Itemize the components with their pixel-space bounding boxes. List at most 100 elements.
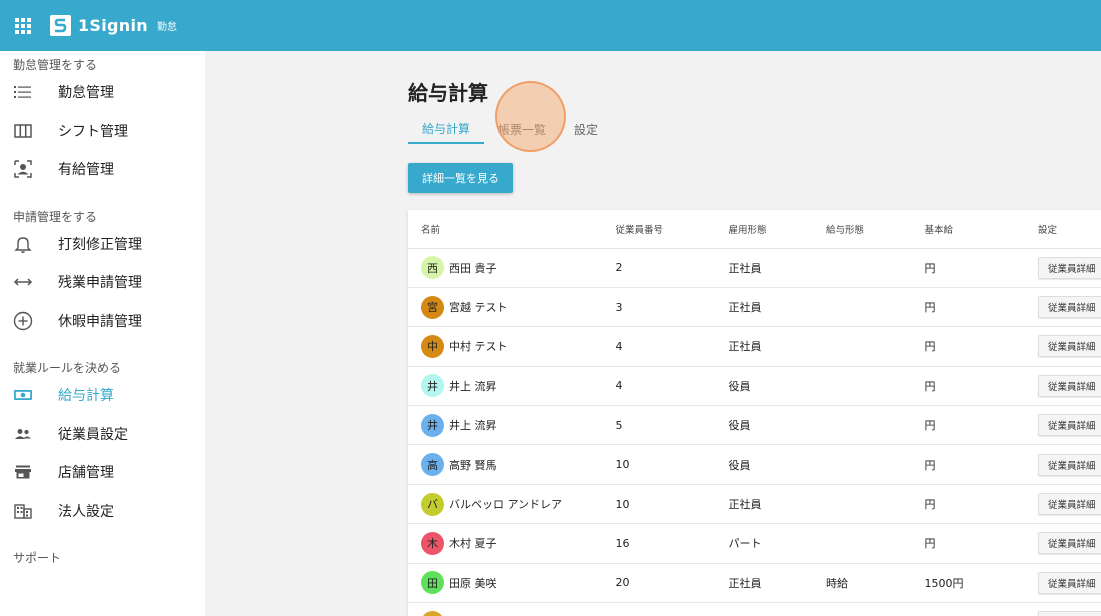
avatar: 田: [421, 571, 444, 595]
sidebar-item-label: 休暇申請管理: [58, 313, 142, 330]
table-row: ババルベッロ アンドレア 10 正社員円従業員詳細: [408, 484, 1101, 525]
sidebar-item-store[interactable]: 店舗管理: [0, 453, 205, 492]
page-title: 給与計算: [408, 81, 488, 105]
cell-name: 井井上 流昇: [408, 366, 616, 407]
sidebar-item-clock-fix[interactable]: 打刻修正管理: [0, 225, 205, 264]
employee-name[interactable]: 高野 賢馬: [449, 457, 497, 473]
column-header-settings: 設定: [1038, 210, 1101, 249]
sidebar-item-attendance[interactable]: 勤怠管理: [0, 73, 205, 112]
sidebar-item-label: 勤怠管理: [58, 85, 114, 102]
employee-detail-button[interactable]: 従業員詳細: [1038, 414, 1101, 437]
cell-pay-type: [826, 405, 925, 446]
cell-name: 田田原 美咲: [408, 563, 616, 604]
cell-employment-type: 正社員: [728, 326, 827, 367]
employee-name[interactable]: 西田 貴子: [449, 260, 497, 276]
column-header-pay-type: 給与形態: [826, 210, 925, 249]
tab-settings[interactable]: 設定: [560, 115, 612, 144]
sidebar-section-title: サポート: [13, 551, 62, 565]
employee-name-cell: 井井上 流昇: [421, 413, 615, 437]
avatar: 西: [421, 256, 444, 280]
store-icon: [13, 462, 33, 482]
table-row: 井井上 流昇 4 役員円従業員詳細: [408, 366, 1101, 407]
tab-payroll[interactable]: 給与計算: [408, 115, 485, 144]
cell-employee-number: 4: [615, 326, 729, 367]
employee-name-cell: ババルベッロ アンドレア: [421, 492, 615, 516]
view-details-button[interactable]: 詳細一覧を見る: [408, 163, 513, 193]
payroll-table: 名前 従業員番号 雇用形態 給与形態 基本給 設定 西西田 貴子 2 正社員円従業員…: [408, 210, 1101, 616]
cell-base-pay: 円: [924, 326, 1038, 367]
cell-settings: 従業員詳細: [1038, 563, 1101, 604]
sidebar-section-title: 就業ルールを決める: [13, 361, 122, 375]
cell-name: 木木村 夏子: [408, 523, 616, 564]
employee-detail-button[interactable]: 従業員詳細: [1038, 374, 1101, 397]
table-row: 従業員詳細: [408, 602, 1101, 616]
list-icon: [13, 82, 33, 102]
sidebar-section-title: 申請管理をする: [13, 209, 98, 224]
sidebar-item-vacation[interactable]: 休暇申請管理: [0, 302, 205, 341]
employee-detail-button[interactable]: 従業員詳細: [1038, 335, 1101, 358]
logo-mark-icon: [50, 15, 71, 36]
tab-reports[interactable]: 帳票一覧: [484, 115, 560, 144]
avatar: 木: [421, 531, 444, 555]
people-icon: [13, 424, 33, 444]
employee-name[interactable]: 田原 美咲: [449, 575, 497, 591]
avatar: 高: [421, 453, 444, 477]
cell-employee-number: 10: [615, 444, 729, 485]
sidebar-item-label: 法人設定: [58, 503, 114, 520]
employee-name[interactable]: バルベッロ アンドレア: [449, 496, 562, 512]
person-badge-icon: [13, 159, 33, 179]
cell-employee-number: [615, 602, 729, 616]
employee-name-cell: 宮宮越 テスト: [421, 295, 615, 319]
employee-name[interactable]: 井上 流昇: [449, 417, 497, 433]
cell-employment-type: [728, 602, 827, 616]
cell-base-pay: 円: [924, 405, 1038, 446]
employee-name-cell: 高高野 賢馬: [421, 453, 615, 477]
employee-name-cell: [421, 610, 615, 616]
cell-base-pay: 円: [924, 484, 1038, 525]
employee-detail-button[interactable]: 従業員詳細: [1038, 611, 1101, 616]
table-row: 井井上 流昇 5 役員円従業員詳細: [408, 405, 1101, 446]
app-logo[interactable]: 1Signin 勤怠: [50, 15, 177, 36]
app-sub-label: 勤怠: [156, 22, 177, 33]
cell-pay-type: 時給: [826, 563, 925, 604]
payroll-table-card: 名前 従業員番号 雇用形態 給与形態 基本給 設定 西西田 貴子 2 正社員円従業員…: [408, 210, 1101, 616]
cell-pay-type: [826, 366, 925, 407]
cell-employment-type: 役員: [728, 366, 827, 407]
employee-name[interactable]: 宮越 テスト: [449, 299, 508, 315]
table-header-row: 名前 従業員番号 雇用形態 給与形態 基本給 設定: [408, 210, 1101, 249]
cell-pay-type: [826, 444, 925, 485]
sidebar-item-shift[interactable]: シフト管理: [0, 112, 205, 151]
employee-detail-button[interactable]: 従業員詳細: [1038, 256, 1101, 279]
employee-detail-button[interactable]: 従業員詳細: [1038, 453, 1101, 476]
cell-base-pay: 円: [924, 523, 1038, 564]
employee-name[interactable]: 井上 流昇: [449, 378, 497, 394]
sidebar-item-overtime[interactable]: 残業申請管理: [0, 263, 205, 302]
sidebar-item-label: 打刻修正管理: [58, 236, 142, 253]
app-grid-icon[interactable]: [15, 17, 31, 34]
column-header-name: 名前: [408, 210, 616, 249]
employee-detail-button[interactable]: 従業員詳細: [1038, 493, 1101, 516]
sidebar-item-label: 有給管理: [58, 162, 114, 179]
cell-pay-type: [826, 523, 925, 564]
cell-settings: 従業員詳細: [1038, 602, 1101, 616]
avatar: 中: [421, 334, 444, 358]
avatar: 井: [421, 413, 444, 437]
table-row: 宮宮越 テスト 3 正社員円従業員詳細: [408, 287, 1101, 328]
cell-settings: 従業員詳細: [1038, 405, 1101, 446]
employee-detail-button[interactable]: 従業員詳細: [1038, 571, 1101, 594]
sidebar-item-payroll[interactable]: 給与計算: [0, 376, 205, 415]
cell-base-pay: 円: [924, 444, 1038, 485]
sidebar-item-employee-settings[interactable]: 従業員設定: [0, 415, 205, 454]
cell-employment-type: パート: [728, 523, 827, 564]
column-header-employment-type: 雇用形態: [728, 210, 827, 249]
employee-name[interactable]: 中村 テスト: [449, 338, 508, 354]
employee-detail-button[interactable]: 従業員詳細: [1038, 532, 1101, 555]
sidebar-item-label: 残業申請管理: [58, 275, 142, 292]
cell-name: ババルベッロ アンドレア: [408, 484, 616, 525]
employee-name[interactable]: 木村 夏子: [449, 535, 497, 551]
cell-settings: 従業員詳細: [1038, 326, 1101, 367]
employee-detail-button[interactable]: 従業員詳細: [1038, 296, 1101, 319]
sidebar-item-corporate[interactable]: 法人設定: [0, 492, 205, 531]
sidebar-item-paid-leave[interactable]: 有給管理: [0, 150, 205, 189]
cell-base-pay: 円: [924, 366, 1038, 407]
